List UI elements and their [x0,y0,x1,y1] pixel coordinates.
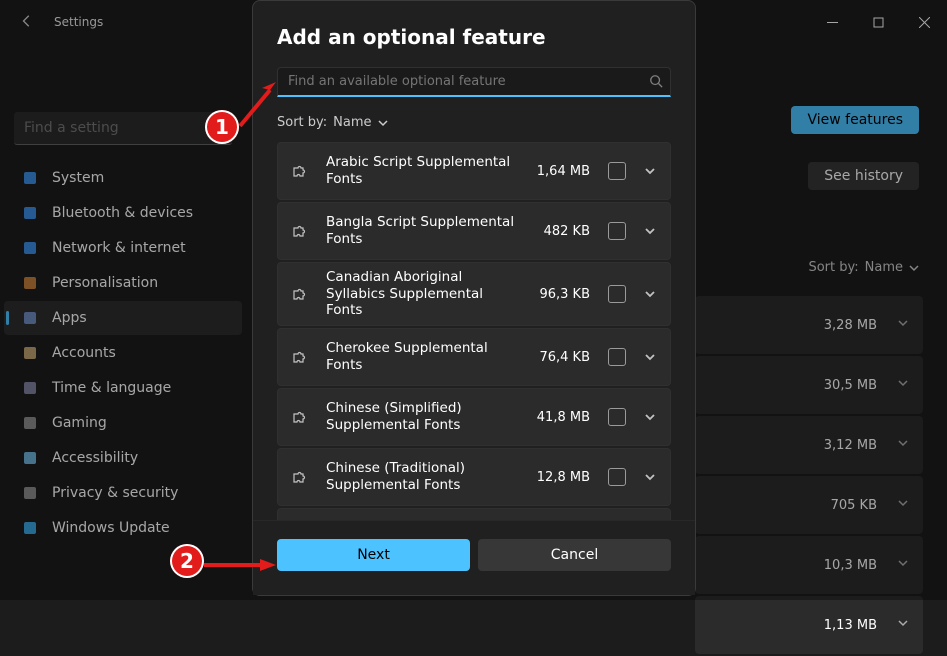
feature-size: 12,8 MB [526,470,590,485]
puzzle-icon [292,286,308,302]
annotation-arrow-2 [204,555,278,575]
chevron-down-icon[interactable] [644,408,656,427]
feature-checkbox[interactable] [608,285,626,303]
puzzle-icon [292,349,308,365]
feature-size: 41,8 MB [526,410,590,425]
feature-size: 482 KB [526,224,590,239]
feature-name: Bangla Script Supplemental Fonts [326,214,526,248]
feature-checkbox[interactable] [608,468,626,486]
puzzle-icon [292,163,308,179]
feature-name: Chinese (Traditional) Supplemental Fonts [326,460,526,494]
chevron-down-icon[interactable] [644,222,656,241]
feature-size: 76,4 KB [526,350,590,365]
puzzle-icon [292,223,308,239]
feature-checkbox[interactable] [608,222,626,240]
chevron-down-icon[interactable] [644,162,656,181]
feature-name: Canadian Aboriginal Syllabics Supplement… [326,269,526,320]
search-icon [649,73,663,92]
feature-name: Chinese (Simplified) Supplemental Fonts [326,400,526,434]
feature-item[interactable]: Chinese (Traditional) Supplemental Fonts… [277,448,671,506]
feature-name: Arabic Script Supplemental Fonts [326,154,526,188]
feature-item[interactable]: Cherokee Supplemental Fonts76,4 KB [277,328,671,386]
chevron-down-icon [897,617,909,633]
feature-checkbox[interactable] [608,162,626,180]
feature-search-input[interactable] [277,67,671,97]
next-button[interactable]: Next [277,539,470,571]
annotation-step-2: 2 [170,544,204,578]
modal-title: Add an optional feature [277,25,671,49]
sort-value: Name [333,115,371,130]
feature-item[interactable]: Arabic Script Supplemental Fonts1,64 MB [277,142,671,200]
feature-checkbox[interactable] [608,348,626,366]
feature-size: 1,13 MB [824,618,877,633]
chevron-down-icon [378,118,388,128]
feature-size: 96,3 KB [526,287,590,302]
installed-feature-row[interactable]: 1,13 MB [695,596,923,654]
feature-checkbox[interactable] [608,408,626,426]
add-feature-modal: Add an optional feature Sort by: Name Ar… [252,0,696,596]
puzzle-icon [292,469,308,485]
cancel-button[interactable]: Cancel [478,539,671,571]
feature-item[interactable]: Devanagari Supplemental Fonts1,46 MB [277,508,671,520]
annotation-step-1: 1 [205,110,239,144]
chevron-down-icon[interactable] [644,285,656,304]
feature-item[interactable]: Chinese (Simplified) Supplemental Fonts4… [277,388,671,446]
chevron-down-icon[interactable] [644,348,656,367]
modal-sort[interactable]: Sort by: Name [253,105,695,142]
feature-item[interactable]: Canadian Aboriginal Syllabics Supplement… [277,262,671,326]
chevron-down-icon[interactable] [644,468,656,487]
feature-name: Cherokee Supplemental Fonts [326,340,526,374]
puzzle-icon [292,409,308,425]
feature-size: 1,64 MB [526,164,590,179]
feature-item[interactable]: Bangla Script Supplemental Fonts482 KB [277,202,671,260]
annotation-arrow-1 [236,80,286,130]
